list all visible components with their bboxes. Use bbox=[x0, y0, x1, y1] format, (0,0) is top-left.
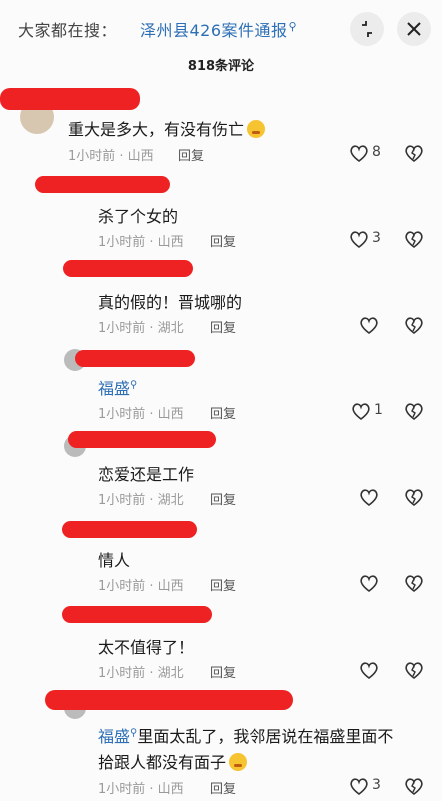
top-bar: 大家都在搜： 泽州县426案件通报⚲ bbox=[0, 0, 442, 56]
dislike-button[interactable] bbox=[403, 572, 425, 594]
comment-time: 1小时前 · 山西 bbox=[98, 235, 184, 250]
dislike-button[interactable] bbox=[403, 142, 425, 164]
broken-heart-icon bbox=[405, 489, 423, 507]
comment-time: 1小时前 · 湖北 bbox=[98, 493, 184, 508]
search-prefix: 大家都在搜： bbox=[18, 21, 118, 40]
dislike-button[interactable] bbox=[403, 659, 425, 681]
comment-text: 杀了个女的 bbox=[98, 207, 179, 226]
comment-time: 1小时前 · 山西 bbox=[98, 782, 184, 797]
broken-heart-icon bbox=[405, 403, 423, 421]
search-topic-link[interactable]: 泽州县426案件通报⚲ bbox=[140, 17, 297, 41]
redacted-username bbox=[62, 521, 197, 538]
like-button[interactable]: 1 bbox=[350, 400, 410, 422]
redacted-username bbox=[75, 350, 195, 367]
comment-time: 1小时前 · 湖北 bbox=[98, 666, 184, 681]
comment-time: 1小时前 · 山西 bbox=[68, 149, 154, 164]
heart-outline-icon bbox=[360, 317, 378, 335]
comment-text: 情人 bbox=[98, 551, 131, 570]
close-icon bbox=[407, 22, 421, 36]
redacted-username bbox=[0, 88, 140, 110]
like-button[interactable]: 3 bbox=[348, 775, 408, 797]
comment-text: 重大是多大，有没有伤亡 bbox=[68, 116, 266, 140]
heart-outline-icon bbox=[350, 145, 368, 163]
dislike-button[interactable] bbox=[403, 228, 425, 250]
laughing-crying-face-icon bbox=[229, 753, 248, 771]
broken-heart-icon bbox=[405, 575, 423, 593]
like-count: 1 bbox=[374, 402, 383, 418]
search-icon: ⚲ bbox=[130, 379, 138, 391]
redacted-username bbox=[62, 606, 212, 623]
search-topic-label: 泽州县426案件通报 bbox=[140, 21, 288, 40]
reply-button[interactable]: 回复 bbox=[210, 662, 236, 681]
broken-heart-icon bbox=[405, 317, 423, 335]
reply-button[interactable]: 回复 bbox=[210, 231, 236, 250]
close-button[interactable] bbox=[397, 12, 431, 46]
redacted-username bbox=[63, 260, 193, 277]
heart-outline-icon bbox=[360, 489, 378, 507]
comment-text: 恋爱还是工作 bbox=[98, 465, 195, 484]
dislike-button[interactable] bbox=[403, 775, 425, 797]
comment-text-line2: 拾跟人都没有面子 bbox=[98, 749, 248, 773]
comment-time: 1小时前 · 山西 bbox=[98, 579, 184, 594]
collapse-icon bbox=[362, 21, 372, 37]
reply-button[interactable]: 回复 bbox=[210, 575, 236, 594]
like-button[interactable]: 8 bbox=[348, 142, 408, 164]
dislike-button[interactable] bbox=[403, 486, 425, 508]
redacted-username bbox=[45, 690, 293, 710]
like-count: 3 bbox=[372, 777, 381, 793]
topic-link[interactable]: 福盛 bbox=[98, 727, 130, 746]
redacted-username bbox=[68, 431, 216, 448]
broken-heart-icon bbox=[405, 778, 423, 796]
heart-outline-icon bbox=[360, 575, 378, 593]
comment-text: 太不值得了！ bbox=[98, 638, 195, 657]
broken-heart-icon bbox=[405, 145, 423, 163]
heart-outline-icon bbox=[350, 231, 368, 249]
reply-button[interactable]: 回复 bbox=[210, 403, 236, 422]
dislike-button[interactable] bbox=[403, 400, 425, 422]
heart-outline-icon bbox=[350, 778, 368, 796]
redacted-username bbox=[35, 176, 170, 193]
broken-heart-icon bbox=[405, 662, 423, 680]
comment-text: 福盛⚲里面太乱了，我邻居说在福盛里面不 bbox=[98, 727, 394, 746]
collapse-button[interactable] bbox=[350, 12, 384, 46]
comment-text: 真的假的！晋城哪的 bbox=[98, 293, 243, 312]
like-button[interactable]: 3 bbox=[348, 228, 408, 250]
comment-time: 1小时前 · 湖北 bbox=[98, 321, 184, 336]
like-count: 8 bbox=[372, 144, 381, 160]
crying-face-icon bbox=[247, 120, 266, 138]
heart-outline-icon bbox=[360, 662, 378, 680]
topic-link[interactable]: 福盛 bbox=[98, 379, 130, 398]
comment-count: 818条评论 bbox=[187, 59, 255, 74]
comment-text: 福盛⚲ bbox=[98, 375, 137, 399]
like-count: 3 bbox=[372, 230, 381, 246]
heart-outline-icon bbox=[352, 403, 370, 421]
broken-heart-icon bbox=[405, 231, 423, 249]
reply-button[interactable]: 回复 bbox=[210, 778, 236, 797]
comment-time: 1小时前 · 山西 bbox=[98, 407, 184, 422]
reply-button[interactable]: 回复 bbox=[210, 317, 236, 336]
reply-button[interactable]: 回复 bbox=[178, 145, 204, 164]
reply-button[interactable]: 回复 bbox=[210, 489, 236, 508]
dislike-button[interactable] bbox=[403, 314, 425, 336]
search-icon: ⚲ bbox=[288, 19, 298, 33]
